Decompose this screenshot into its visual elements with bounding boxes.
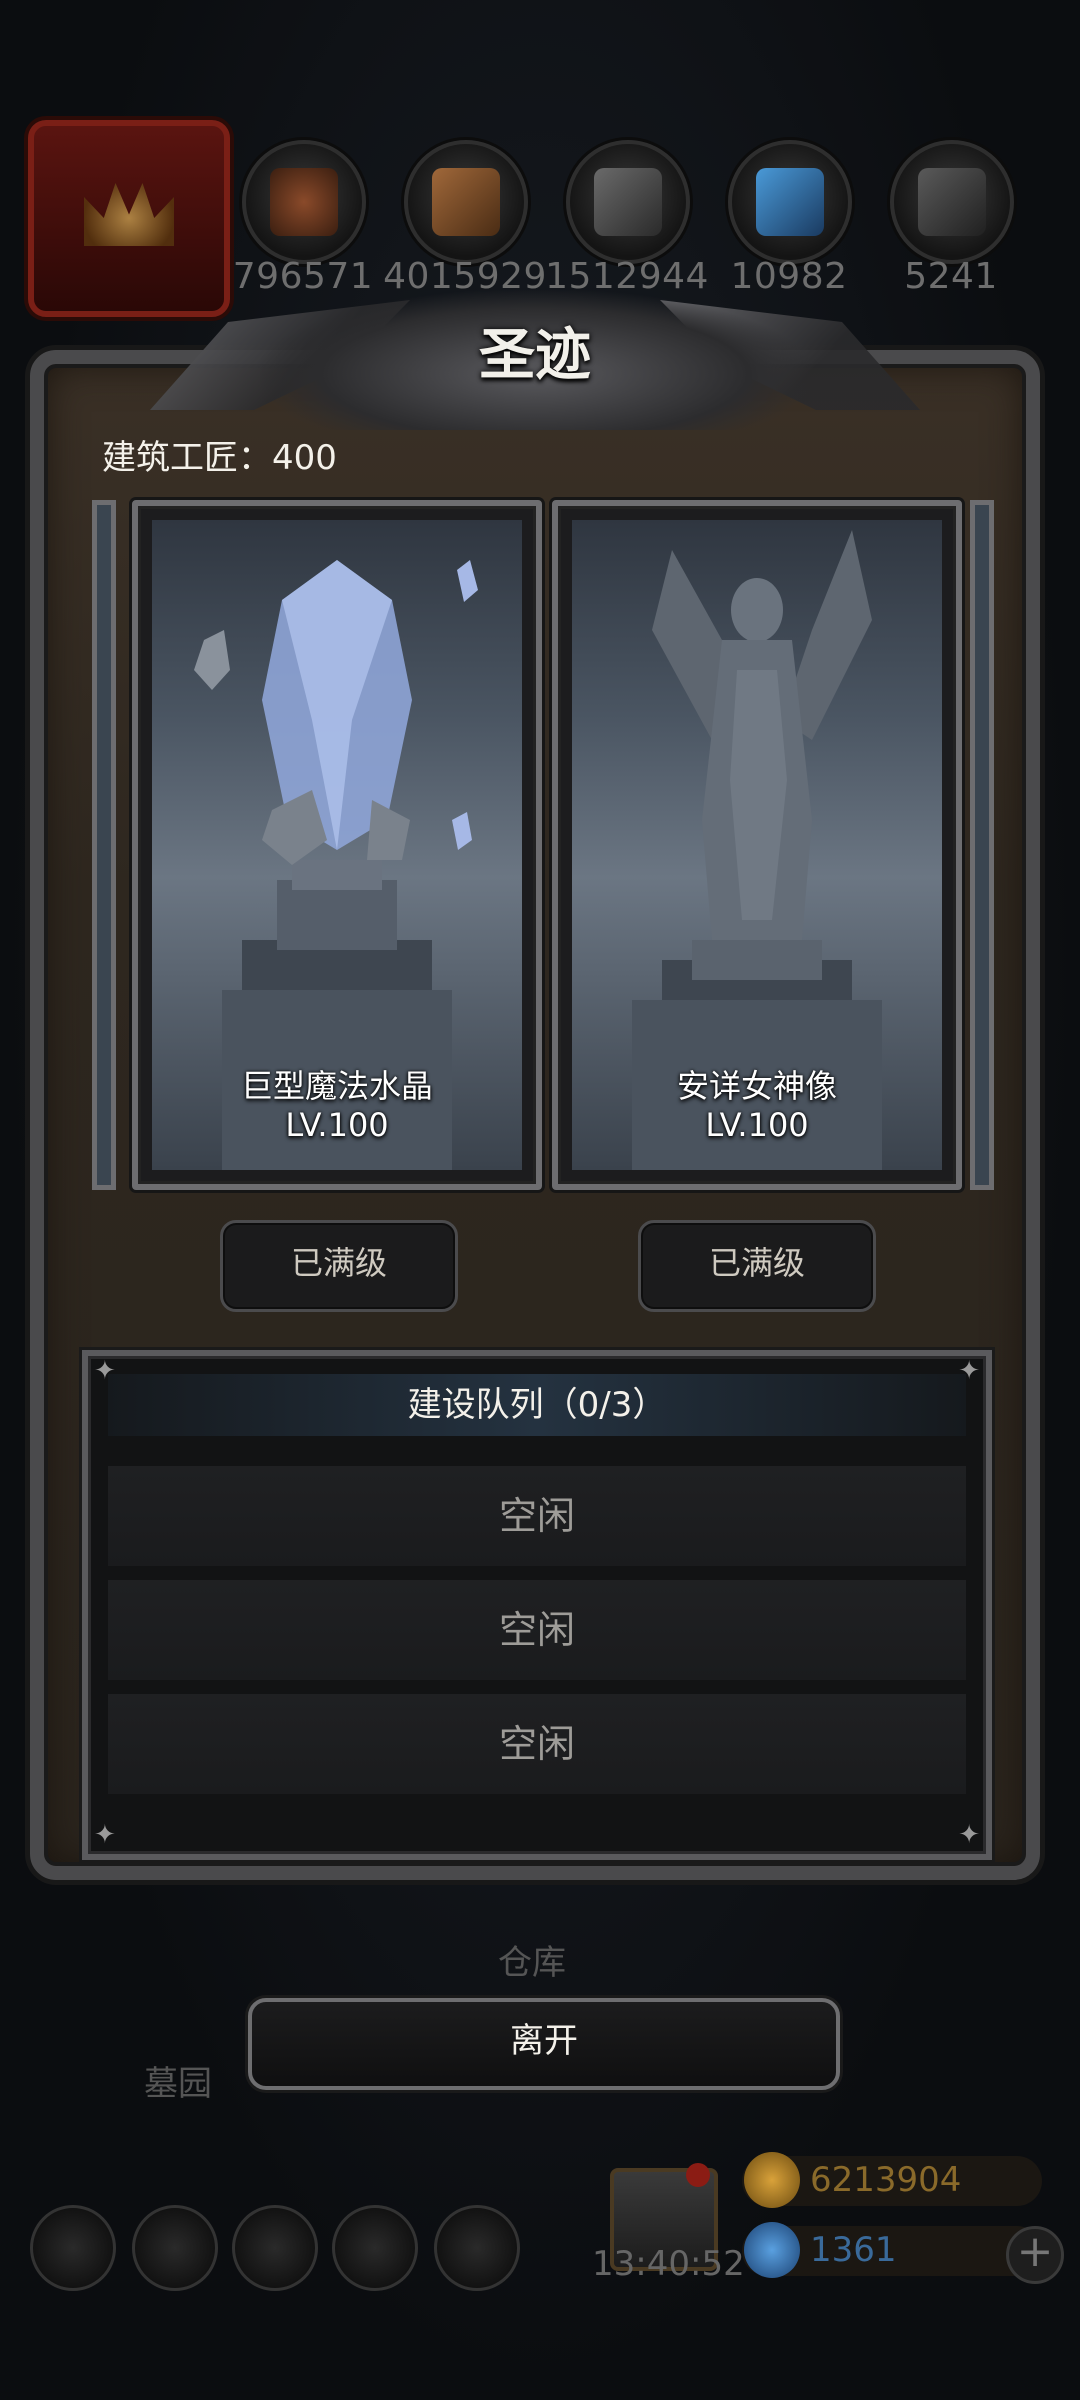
builder-count: 建筑工匠：400 — [102, 438, 337, 478]
building-card-goddess[interactable]: 安详女神像 LV.100 — [552, 500, 962, 1190]
cemetery-label[interactable]: 墓园 — [144, 2056, 212, 2105]
queue-slot-2[interactable]: 空闲 — [108, 1580, 966, 1680]
notification-dot — [686, 2163, 710, 2187]
crystal-resource-icon[interactable] — [728, 140, 852, 264]
mail-button[interactable] — [332, 2205, 418, 2291]
building-card-crystal[interactable]: 巨型魔法水晶 LV.100 — [132, 500, 542, 1190]
building-level: LV.100 — [705, 1106, 809, 1144]
building-level: LV.100 — [285, 1106, 389, 1144]
corner-ornament-icon: ✦ — [958, 1356, 980, 1386]
iron-icon — [594, 168, 662, 236]
build-queue-panel: 建设队列（0/3） 空闲 空闲 空闲 ✦ ✦ ✦ ✦ — [82, 1350, 992, 1860]
dialog-title: 圣迹 — [479, 322, 591, 388]
warehouse-label[interactable]: 仓库 — [498, 1935, 566, 1984]
corner-ornament-icon: ✦ — [94, 1820, 116, 1850]
stone-resource-icon[interactable] — [890, 140, 1014, 264]
leave-button[interactable]: 离开 — [248, 1998, 840, 2090]
sacred-ruins-dialog: 圣迹 建筑工匠：400 巨型魔法水晶 LV.100 安详女神像 LV.100 已… — [30, 290, 1040, 1880]
crown-icon — [84, 183, 174, 246]
max-level-button-goddess[interactable]: 已满级 — [638, 1220, 876, 1312]
stone-amount: 5241 — [904, 256, 998, 297]
gold-icon — [744, 2152, 800, 2208]
next-card-edge[interactable] — [970, 500, 994, 1190]
corner-ornament-icon: ✦ — [94, 1356, 116, 1386]
gold-amount: 6213904 — [810, 2160, 962, 2200]
gem-icon — [744, 2222, 800, 2278]
wood-icon — [432, 168, 500, 236]
corner-ornament-icon: ✦ — [958, 1820, 980, 1850]
building-name: 巨型魔法水晶 — [240, 1067, 433, 1105]
player-avatar[interactable] — [28, 120, 230, 317]
build-queue-title: 建设队列（0/3） — [108, 1374, 966, 1436]
meat-resource-icon[interactable] — [242, 140, 366, 264]
building-name: 安详女神像 — [676, 1067, 837, 1105]
achievement-button[interactable] — [132, 2205, 218, 2291]
iron-resource-icon[interactable] — [566, 140, 690, 264]
settings-button[interactable] — [30, 2205, 116, 2291]
map-button[interactable] — [434, 2205, 520, 2291]
queue-slot-1[interactable]: 空闲 — [108, 1466, 966, 1566]
gift-timer: 13:40:52 — [592, 2244, 745, 2284]
max-level-button-crystal[interactable]: 已满级 — [220, 1220, 458, 1312]
add-gems-button[interactable]: + — [1006, 2226, 1064, 2284]
gem-amount: 1361 — [810, 2230, 897, 2270]
wood-resource-icon[interactable] — [404, 140, 528, 264]
queue-slot-3[interactable]: 空闲 — [108, 1694, 966, 1794]
meat-icon — [270, 168, 338, 236]
stone-icon — [918, 168, 986, 236]
crystal-icon — [756, 168, 824, 236]
castle-button[interactable] — [232, 2205, 318, 2291]
prev-card-edge[interactable] — [92, 500, 116, 1190]
